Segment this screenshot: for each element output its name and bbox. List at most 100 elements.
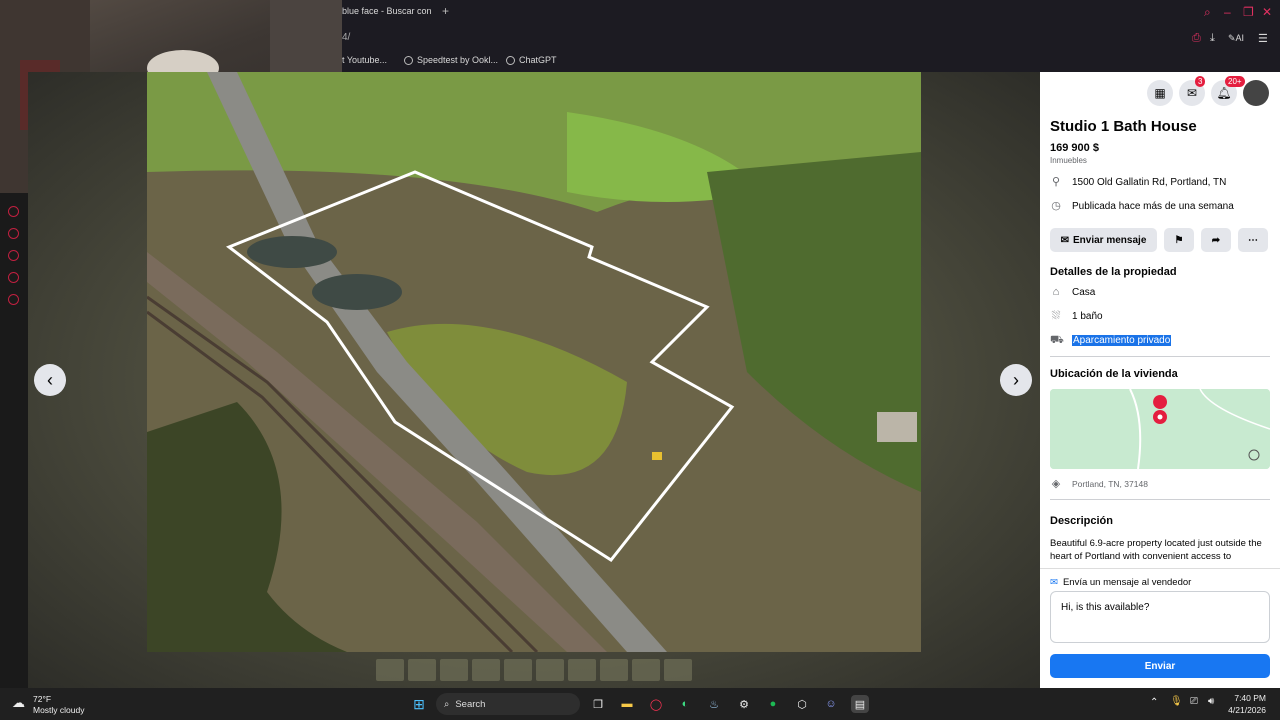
messenger-icon: ✉ xyxy=(1060,234,1069,246)
avatar[interactable] xyxy=(1243,80,1269,106)
sidebar-icon-1[interactable] xyxy=(8,206,19,217)
detail-item: ⛟ Aparcamiento privado xyxy=(1050,334,1172,346)
photo-thumbnail[interactable] xyxy=(440,659,468,681)
bookmark-youtube[interactable]: t Youtube... xyxy=(342,55,387,65)
clock-icon: ◷ xyxy=(1051,200,1061,212)
weather-icon: ☁ xyxy=(12,695,25,710)
message-heading: ✉ Envía un mensaje al vendedor xyxy=(1050,577,1192,588)
search-icon[interactable]: ⌕ xyxy=(1204,5,1211,20)
notifications-badge: 20+ xyxy=(1225,76,1245,87)
send-button[interactable]: Enviar xyxy=(1050,654,1270,678)
more-options-button[interactable]: ⋯ xyxy=(1238,228,1268,252)
photo-thumbnail[interactable] xyxy=(568,659,596,681)
listing-price: 169 900 $ xyxy=(1050,142,1099,154)
taskbar-search[interactable]: ⌕ Search xyxy=(436,693,580,715)
task-view-icon[interactable]: ❐ xyxy=(589,695,607,713)
sidebar-icon-3[interactable] xyxy=(8,250,19,261)
bookmark-speedtest[interactable]: Speedtest by Ookl... xyxy=(404,55,498,65)
taskbar: ☁ 72°F Mostly cloudy ⊞ ⌕ Search ❐ ▬ ◯ ◐ … xyxy=(0,688,1280,720)
listing-title: Studio 1 Bath House xyxy=(1050,118,1197,135)
photo-thumbnail[interactable] xyxy=(376,659,404,681)
share-icon: ➦ xyxy=(1211,234,1221,246)
tray-overflow-icon[interactable]: ⌃ xyxy=(1150,697,1158,708)
more-icon: ⋯ xyxy=(1248,234,1258,246)
photo-thumbnail[interactable] xyxy=(632,659,660,681)
previous-photo-button[interactable]: ‹ xyxy=(34,364,66,396)
photo-viewer: ‹ › xyxy=(28,72,1040,688)
description-text: Beautiful 6.9-acre property located just… xyxy=(1050,538,1262,562)
volume-icon[interactable]: 🔊︎ xyxy=(1208,696,1214,707)
wallet-icon[interactable]: ⎙ xyxy=(1192,32,1201,45)
messenger-icon: ✉ xyxy=(1050,577,1058,588)
app-icon-active[interactable]: ▤ xyxy=(851,695,869,713)
message-input[interactable]: Hi, is this available? xyxy=(1050,591,1270,643)
map-image xyxy=(1050,389,1270,469)
message-seller-box: ✉ Envía un mensaje al vendedor Hi, is th… xyxy=(1040,568,1280,688)
weather-desc[interactable]: Mostly cloudy xyxy=(33,705,85,715)
photo-thumbnail[interactable] xyxy=(664,659,692,681)
detail-item: ⛆ 1 baño xyxy=(1051,310,1103,322)
app-icon-gear[interactable]: ⚙ xyxy=(735,695,753,713)
listing-photo[interactable] xyxy=(147,72,921,652)
notifications-icon[interactable]: 🔔︎ 20+ xyxy=(1211,76,1245,106)
clock-date[interactable]: 4/21/2026 xyxy=(1222,705,1266,715)
ai-button[interactable]: ✎AI xyxy=(1228,33,1244,44)
microphone-icon[interactable]: 🎙︎ xyxy=(1170,696,1183,707)
next-photo-button[interactable]: › xyxy=(1000,364,1032,396)
sidebar-icon-4[interactable] xyxy=(8,272,19,283)
car-icon: ⛟ xyxy=(1050,334,1064,346)
save-button[interactable]: ⚑ xyxy=(1164,228,1194,252)
app-icon-hex[interactable]: ⬡ xyxy=(793,695,811,713)
bath-icon: ⛆ xyxy=(1051,310,1061,322)
photo-thumbnail[interactable] xyxy=(504,659,532,681)
opera-icon[interactable]: ◯ xyxy=(647,695,665,713)
photo-thumbnail[interactable] xyxy=(600,659,628,681)
bookmark-icon: ⚑ xyxy=(1174,234,1184,246)
spotify-icon[interactable]: ● xyxy=(764,695,782,713)
sidebar-icon-2[interactable] xyxy=(8,228,19,239)
house-icon: ⌂ xyxy=(1052,286,1060,298)
weather-temp[interactable]: 72°F xyxy=(33,694,51,704)
send-message-button[interactable]: ✉ Enviar mensaje xyxy=(1050,228,1157,252)
app-icon-green[interactable]: ◐ xyxy=(676,695,694,713)
address-row: ⚲ 1500 Old Gallatin Rd, Portland, TN xyxy=(1051,176,1227,188)
settings-icon[interactable] xyxy=(8,294,19,305)
clock-time[interactable]: 7:40 PM xyxy=(1226,693,1266,703)
selected-text: Aparcamiento privado xyxy=(1072,334,1172,346)
file-explorer-icon[interactable]: ▬ xyxy=(618,695,636,713)
listing-category[interactable]: Inmuebles xyxy=(1050,156,1087,165)
speedtest-icon xyxy=(404,55,413,65)
divider xyxy=(1050,356,1270,357)
detail-item: ⌂ Casa xyxy=(1050,286,1096,298)
photo-thumbnail[interactable] xyxy=(472,659,500,681)
directions-icon: ◈ xyxy=(1051,478,1061,490)
location-map[interactable] xyxy=(1050,389,1270,469)
bookmark-chatgpt[interactable]: ChatGPT xyxy=(506,55,557,65)
messenger-badge: 3 xyxy=(1195,76,1206,87)
maximize-icon[interactable]: ❐ xyxy=(1243,5,1254,19)
network-icon[interactable]: ⎚ xyxy=(1190,696,1198,707)
windows-start-icon[interactable]: ⊞ xyxy=(410,695,428,713)
minimize-icon[interactable]: – xyxy=(1224,5,1231,19)
listing-panel: ▦ ✉ 3 🔔︎ 20+ Studio 1 Bath House 169 900… xyxy=(1040,72,1280,688)
photo-thumbnail[interactable] xyxy=(536,659,564,681)
steam-icon[interactable]: ♨ xyxy=(705,695,723,713)
search-icon: ⌕ xyxy=(444,698,450,710)
aerial-photo xyxy=(147,72,921,652)
download-icon[interactable]: ⤓ xyxy=(1210,32,1215,45)
tab-title[interactable]: blue face - Buscar con xyxy=(342,6,432,16)
browser-sidebar xyxy=(0,193,28,688)
photo-thumbnail[interactable] xyxy=(408,659,436,681)
address-bar-text[interactable]: 4/ xyxy=(342,32,350,43)
location-heading: Ubicación de la vivienda xyxy=(1050,368,1178,380)
share-button[interactable]: ➦ xyxy=(1201,228,1231,252)
messenger-icon[interactable]: ✉ 3 xyxy=(1179,76,1206,106)
menu-icon[interactable]: ☰ xyxy=(1258,32,1268,45)
divider xyxy=(1050,499,1270,500)
discord-icon[interactable]: ☺ xyxy=(822,695,840,713)
new-tab-button[interactable]: + xyxy=(442,4,449,18)
description-heading: Descripción xyxy=(1050,515,1113,527)
close-icon[interactable]: ✕ xyxy=(1262,5,1272,19)
apps-menu-icon[interactable]: ▦ xyxy=(1147,80,1173,106)
details-heading: Detalles de la propiedad xyxy=(1050,266,1177,278)
